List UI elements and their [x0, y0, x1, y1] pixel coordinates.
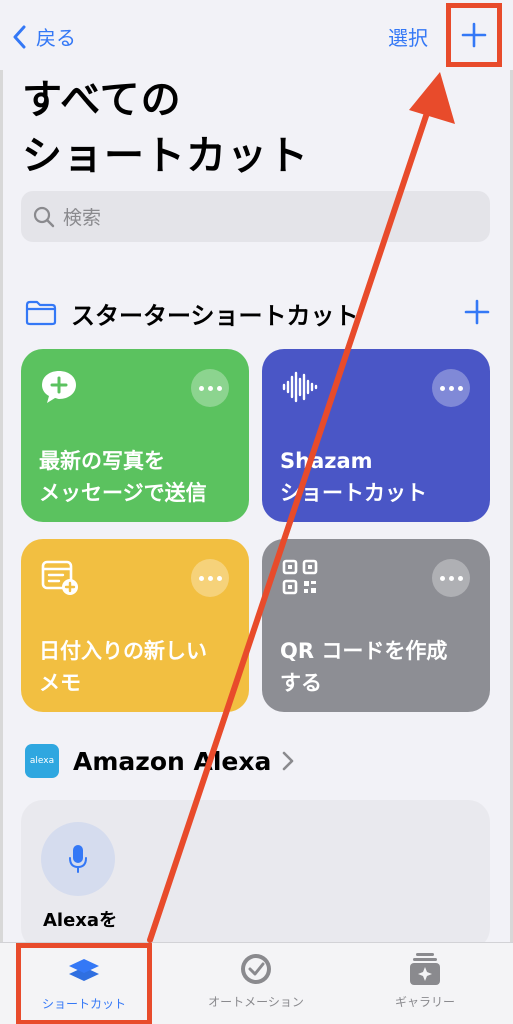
alexa-logo: alexa — [25, 744, 59, 778]
plus-icon — [461, 22, 487, 48]
search-field[interactable]: 検索 — [21, 191, 490, 242]
card-label-line2: ショートカット — [280, 481, 427, 505]
microphone-button[interactable] — [41, 822, 115, 896]
card-label: 最新の写真を メッセージで送信 — [39, 445, 239, 509]
chevron-left-icon — [13, 25, 26, 48]
navigation-bar: 戻る 選択 — [0, 0, 513, 70]
alexa-section-header[interactable]: alexa Amazon Alexa — [25, 744, 295, 778]
card-label-line2: メッセージで送信 — [39, 481, 207, 505]
card-label-line1: 最新の写真を — [39, 449, 165, 473]
shortcut-card-send-photo[interactable]: 最新の写真を メッセージで送信 — [21, 349, 249, 522]
card-label-line1: Shazam — [280, 449, 373, 473]
tab-label: ギャラリー — [394, 995, 455, 1009]
tab-label: ショートカット — [41, 997, 126, 1011]
search-icon — [33, 206, 55, 227]
card-label: QR コードを作成 する — [280, 635, 480, 699]
search-placeholder: 検索 — [63, 207, 102, 229]
card-more-button[interactable] — [432, 369, 470, 407]
note-plus-icon — [41, 560, 78, 595]
waveform-icon — [282, 371, 318, 403]
alexa-shortcut-card[interactable]: Alexaを — [21, 800, 490, 950]
card-label: 日付入りの新しい メモ — [39, 635, 239, 699]
microphone-icon — [69, 845, 87, 873]
qr-code-icon — [282, 559, 318, 595]
card-more-button[interactable] — [432, 559, 470, 597]
page-title-line2: ショートカット — [22, 133, 309, 179]
page-title-line1: すべての — [22, 77, 182, 123]
starter-section-title: スターターショートカット — [71, 301, 359, 330]
layers-icon — [69, 959, 99, 981]
starter-section-header: スターターショートカット — [25, 293, 490, 333]
add-shortcut-button[interactable] — [446, 3, 502, 67]
tab-shortcuts[interactable]: ショートカット — [16, 943, 152, 1024]
sparkle-stack-icon — [410, 953, 440, 985]
alexa-section-title: Amazon Alexa — [73, 746, 272, 776]
select-button[interactable]: 選択 — [388, 22, 428, 51]
add-to-section-icon[interactable] — [464, 299, 490, 325]
page-title: すべての ショートカット — [22, 72, 309, 184]
chevron-right-icon — [283, 751, 294, 771]
card-label-line1: 日付入りの新しい — [39, 639, 207, 663]
tab-automation[interactable]: オートメーション — [186, 951, 326, 1010]
folder-icon — [25, 300, 57, 326]
card-label-line1: QR コードを作成 — [280, 639, 448, 663]
message-plus-icon — [42, 371, 76, 403]
back-button[interactable]: 戻る — [12, 22, 76, 51]
tab-gallery[interactable]: ギャラリー — [355, 951, 495, 1010]
card-label-line2: メモ — [39, 671, 81, 695]
card-label: Shazam ショートカット — [280, 445, 480, 509]
tab-label: オートメーション — [208, 995, 304, 1009]
card-label-line2: する — [280, 671, 322, 695]
clock-check-icon — [241, 954, 271, 984]
alexa-card-label: Alexaを — [43, 910, 118, 931]
back-label: 戻る — [36, 26, 76, 50]
card-more-button[interactable] — [191, 369, 229, 407]
shortcut-card-qr-code[interactable]: QR コードを作成 する — [262, 539, 490, 712]
shortcut-card-new-note[interactable]: 日付入りの新しい メモ — [21, 539, 249, 712]
tab-bar: ショートカット オートメーション ギャラリー — [0, 942, 513, 1024]
shortcut-card-shazam[interactable]: Shazam ショートカット — [262, 349, 490, 522]
card-more-button[interactable] — [191, 559, 229, 597]
